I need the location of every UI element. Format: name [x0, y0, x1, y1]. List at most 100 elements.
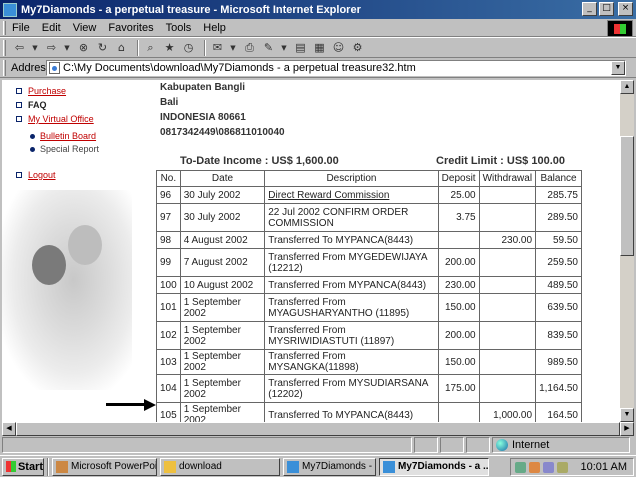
page-content: Purchase FAQ My Virtual Office Bulletin … [2, 80, 620, 422]
sidebar-item-label[interactable]: Bulletin Board [40, 131, 96, 141]
vertical-scrollbar[interactable]: ▲ ▼ [620, 80, 634, 422]
menu-view[interactable]: View [73, 22, 97, 34]
cell-balance: 285.75 [535, 186, 582, 204]
sidebar-item-label[interactable]: Special Report [40, 144, 99, 154]
status-bar: Internet [0, 436, 636, 454]
sidebar-item-label[interactable]: Purchase [28, 86, 66, 96]
sidebar-item-label[interactable]: FAQ [28, 100, 47, 110]
back-icon[interactable]: ⇦ [12, 40, 27, 55]
toolbar-grip[interactable] [3, 39, 6, 56]
menu-edit[interactable]: Edit [42, 22, 61, 34]
forward-dropdown-icon[interactable]: ▼ [63, 40, 71, 55]
horizontal-scroll-thumb[interactable] [16, 422, 620, 436]
minimize-button[interactable]: _ [582, 2, 597, 16]
related-icon[interactable]: ⚙ [350, 40, 365, 55]
task-label: My7Diamonds - a ... [398, 461, 489, 472]
menu-favorites[interactable]: Favorites [108, 22, 153, 34]
research-icon[interactable]: ▦ [312, 40, 327, 55]
table-row: 99 7 August 2002 Transferred From MYGEDE… [156, 248, 582, 277]
refresh-icon[interactable]: ↻ [95, 40, 110, 55]
sidebar-item-special-report[interactable]: Special Report [30, 144, 99, 154]
mail-dropdown-icon[interactable]: ▼ [229, 40, 237, 55]
cell-deposit: 200.00 [437, 248, 480, 277]
photo-figure [68, 225, 102, 265]
square-bullet-icon [16, 172, 22, 178]
search-icon[interactable]: ⌕ [143, 40, 158, 55]
cell-date: 4 August 2002 [179, 231, 266, 249]
close-button[interactable]: × [618, 2, 633, 16]
back-dropdown-icon[interactable]: ▼ [31, 40, 39, 55]
system-tray: 10:01 AM [510, 458, 634, 476]
print-icon[interactable]: ⎙ [242, 40, 257, 55]
status-zone: Internet [492, 437, 630, 453]
cell-no: 103 [156, 349, 181, 375]
cell-date: 1 September 2002 [179, 293, 266, 322]
horizontal-scrollbar[interactable]: ◀ ▶ [2, 422, 634, 436]
scroll-up-icon[interactable]: ▲ [620, 80, 634, 94]
cell-withdrawal [478, 349, 537, 375]
menu-tools[interactable]: Tools [166, 22, 192, 34]
tray-network-icon[interactable] [515, 461, 526, 473]
sidebar-item-purchase[interactable]: Purchase [16, 86, 66, 96]
edit-icon[interactable]: ✎ [261, 40, 276, 55]
sidebar-item-label[interactable]: Logout [28, 170, 56, 180]
address-dropdown-icon[interactable]: ▼ [611, 61, 625, 75]
cell-deposit: 25.00 [437, 186, 480, 204]
cell-deposit: 150.00 [437, 293, 480, 322]
messenger-icon[interactable]: ☺ [331, 40, 346, 55]
internet-zone-icon [496, 439, 508, 451]
scroll-right-icon[interactable]: ▶ [620, 422, 634, 436]
address-line-1: Kabupaten Bangli [160, 82, 246, 93]
sidebar-item-faq[interactable]: FAQ [16, 100, 47, 110]
tray-volume-icon[interactable] [543, 461, 554, 473]
table-row: 101 1 September 2002 Transferred From MY… [156, 293, 582, 322]
address-line-2: Bali [160, 97, 179, 108]
description-link[interactable]: Direct Reward Commission [268, 190, 389, 201]
forward-icon[interactable]: ⇨ [44, 40, 59, 55]
tray-app-icon[interactable] [557, 461, 568, 473]
tray-antivirus-icon[interactable] [529, 461, 540, 473]
standard-toolbar: ⇦ ▼ ⇨ ▼ ⊗ ↻ ⌂ ⌕ ★ ◷ ✉ ▼ ⎙ ✎ ▼ ▤ ▦ ☺ ⚙ [0, 37, 636, 58]
cell-description: Transferred To MYPANCA(8443) [264, 402, 439, 422]
cell-date: 30 July 2002 [179, 203, 266, 232]
sidebar-item-label[interactable]: My Virtual Office [28, 114, 94, 124]
square-bullet-icon [16, 88, 22, 94]
menu-grip[interactable] [3, 20, 6, 35]
edit-dropdown-icon[interactable]: ▼ [280, 40, 288, 55]
title-bar[interactable]: My7Diamonds - a perpetual treasure - Mic… [0, 0, 636, 19]
cell-date: 1 September 2002 [179, 321, 266, 350]
home-icon[interactable]: ⌂ [114, 40, 129, 55]
favorites-icon[interactable]: ★ [162, 40, 177, 55]
history-icon[interactable]: ◷ [181, 40, 196, 55]
powerpoint-icon [56, 460, 68, 473]
sidebar-item-bulletin-board[interactable]: Bulletin Board [30, 131, 96, 141]
discuss-icon[interactable]: ▤ [293, 40, 308, 55]
scroll-down-icon[interactable]: ▼ [620, 408, 634, 422]
address-grip[interactable] [3, 59, 6, 76]
sidebar-item-logout[interactable]: Logout [16, 170, 56, 180]
clock[interactable]: 10:01 AM [581, 461, 627, 473]
start-button[interactable]: Start [2, 457, 44, 476]
task-download-folder[interactable]: download [160, 457, 280, 476]
menu-help[interactable]: Help [203, 22, 226, 34]
scroll-left-icon[interactable]: ◀ [2, 422, 16, 436]
col-header-withdrawal: Withdrawal [478, 170, 537, 187]
stop-icon[interactable]: ⊗ [76, 40, 91, 55]
vertical-scroll-thumb[interactable] [620, 136, 634, 256]
task-label: My7Diamonds - a per... [302, 461, 375, 472]
cell-balance: 839.50 [535, 321, 582, 350]
sidebar-item-virtual-office[interactable]: My Virtual Office [16, 114, 94, 124]
address-input[interactable]: C:\My Documents\download\My7Diamonds - a… [46, 60, 626, 76]
maximize-button[interactable]: □ [599, 2, 614, 16]
table-row: 103 1 September 2002 Transferred From MY… [156, 349, 582, 375]
address-url[interactable]: C:\My Documents\download\My7Diamonds - a… [63, 62, 416, 74]
cell-date: 7 August 2002 [179, 248, 266, 277]
address-line-4: 0817342449\086811010040 [160, 127, 285, 138]
task-ie-window-2[interactable]: My7Diamonds - a ... [379, 457, 489, 476]
task-ie-window-1[interactable]: My7Diamonds - a per... [283, 457, 376, 476]
task-powerpoint[interactable]: Microsoft PowerPoint ... [52, 457, 157, 476]
menu-file[interactable]: File [12, 22, 30, 34]
cell-no: 96 [156, 186, 181, 204]
mail-icon[interactable]: ✉ [210, 40, 225, 55]
dot-bullet-icon [30, 133, 35, 139]
